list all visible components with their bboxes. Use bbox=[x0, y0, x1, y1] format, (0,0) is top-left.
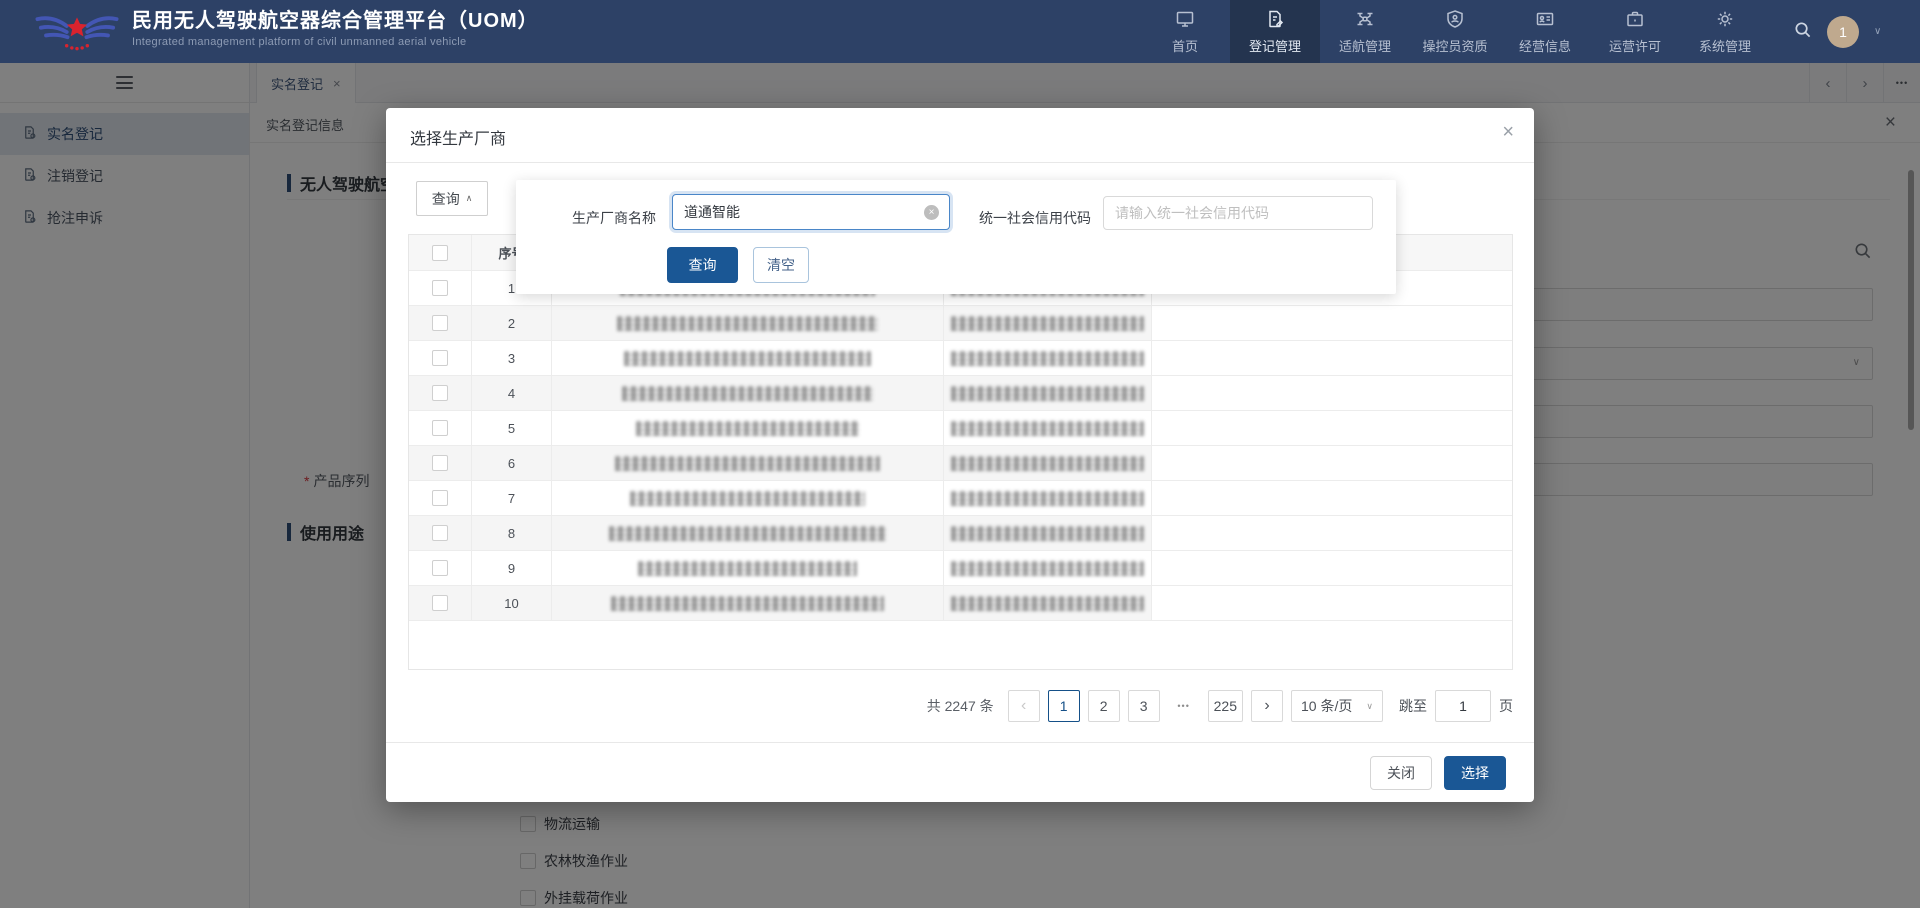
manufacturer-table: 序号 生产厂商名称 统一社会信用代码 1 2 3 4 bbox=[408, 234, 1513, 670]
chevron-right-icon: › bbox=[1264, 698, 1269, 714]
app-subtitle: Integrated management platform of civil … bbox=[132, 36, 539, 48]
redacted-credit-code bbox=[951, 526, 1144, 541]
table-row[interactable]: 8 bbox=[409, 516, 1512, 551]
select-button[interactable]: 选择 bbox=[1444, 756, 1506, 790]
table-row[interactable]: 5 bbox=[409, 411, 1512, 446]
pagination-prev-button[interactable]: ‹ bbox=[1008, 690, 1040, 722]
chevron-up-icon: ∧ bbox=[466, 193, 473, 204]
table-row[interactable]: 10 bbox=[409, 586, 1512, 621]
query-search-button[interactable]: 查询 bbox=[667, 247, 738, 283]
table-row[interactable]: 4 bbox=[409, 376, 1512, 411]
redacted-credit-code bbox=[951, 351, 1144, 366]
table-row[interactable]: 7 bbox=[409, 481, 1512, 516]
row-checkbox[interactable] bbox=[432, 315, 448, 331]
header-right: 1 ∨ bbox=[1793, 0, 1881, 63]
shield-person-icon bbox=[1445, 9, 1465, 32]
table-row[interactable]: 3 bbox=[409, 341, 1512, 376]
row-checkbox[interactable] bbox=[432, 350, 448, 366]
redacted-manufacturer-name bbox=[622, 386, 872, 401]
document-edit-icon bbox=[1265, 9, 1285, 32]
query-clear-button[interactable]: 清空 bbox=[753, 247, 809, 283]
table-row[interactable]: 2 bbox=[409, 306, 1512, 341]
app-title: 民用无人驾驶航空器综合管理平台（UOM） bbox=[132, 8, 539, 34]
clear-input-icon[interactable]: × bbox=[924, 205, 939, 220]
modal-close-icon[interactable]: × bbox=[1502, 121, 1514, 144]
redacted-credit-code bbox=[951, 386, 1144, 401]
drone-icon bbox=[1355, 9, 1375, 32]
chevron-left-icon: ‹ bbox=[1021, 698, 1026, 714]
close-button[interactable]: 关闭 bbox=[1370, 756, 1432, 790]
pagination-page-3[interactable]: 3 bbox=[1128, 690, 1160, 722]
redacted-credit-code bbox=[951, 491, 1144, 506]
page-size-select[interactable]: 10 条/页 ∨ bbox=[1291, 690, 1383, 722]
gear-icon bbox=[1715, 9, 1735, 32]
redacted-credit-code bbox=[951, 456, 1144, 471]
redacted-credit-code bbox=[951, 421, 1144, 436]
query-collapse-button[interactable]: 查询 ∧ bbox=[416, 181, 488, 216]
modal-header: 选择生产厂商 × bbox=[386, 108, 1534, 163]
row-checkbox[interactable] bbox=[432, 560, 448, 576]
top-nav: 首页 登记管理 适航管理 操控员资质 经营信息 运营许可 系统管理 bbox=[1140, 0, 1770, 63]
redacted-manufacturer-name bbox=[617, 316, 879, 331]
monitor-icon bbox=[1175, 9, 1195, 32]
redacted-credit-code bbox=[951, 316, 1144, 331]
nav-item-business-info[interactable]: 经营信息 bbox=[1500, 0, 1590, 63]
redacted-credit-code bbox=[951, 596, 1144, 611]
nav-item-home[interactable]: 首页 bbox=[1140, 0, 1230, 63]
uom-logo bbox=[34, 7, 120, 57]
table-row[interactable]: 6 bbox=[409, 446, 1512, 481]
redacted-manufacturer-name bbox=[615, 456, 881, 471]
manufacturer-name-label: 生产厂商名称 bbox=[546, 208, 656, 228]
manufacturer-name-input[interactable] bbox=[672, 194, 950, 230]
pagination-last-page[interactable]: 225 bbox=[1208, 690, 1243, 722]
redacted-manufacturer-name bbox=[636, 421, 859, 436]
row-checkbox[interactable] bbox=[432, 420, 448, 436]
select-manufacturer-modal: 选择生产厂商 × 查询 ∧ 生产厂商名称 × 统一社会信用代码 查询 清空 序号… bbox=[386, 108, 1534, 802]
row-checkbox[interactable] bbox=[432, 525, 448, 541]
row-checkbox[interactable] bbox=[432, 595, 448, 611]
nav-item-operator-qualification[interactable]: 操控员资质 bbox=[1410, 0, 1500, 63]
modal-footer: 关闭 选择 bbox=[386, 742, 1534, 802]
select-all-checkbox[interactable] bbox=[432, 245, 448, 261]
redacted-credit-code bbox=[951, 561, 1144, 576]
jump-page-input[interactable] bbox=[1435, 690, 1491, 722]
redacted-manufacturer-name bbox=[638, 561, 857, 576]
user-avatar[interactable]: 1 bbox=[1827, 16, 1859, 48]
redacted-manufacturer-name bbox=[624, 351, 870, 366]
pagination-page-1[interactable]: 1 bbox=[1048, 690, 1080, 722]
credit-code-input[interactable] bbox=[1103, 196, 1373, 230]
modal-title: 选择生产厂商 bbox=[410, 125, 506, 149]
redacted-manufacturer-name bbox=[630, 491, 865, 506]
id-card-icon bbox=[1535, 9, 1555, 32]
credit-code-label: 统一社会信用代码 bbox=[966, 208, 1091, 228]
row-checkbox[interactable] bbox=[432, 455, 448, 471]
brand-block: 民用无人驾驶航空器综合管理平台（UOM） Integrated manageme… bbox=[132, 8, 539, 48]
pagination-page-2[interactable]: 2 bbox=[1088, 690, 1120, 722]
pagination-next-button[interactable]: › bbox=[1251, 690, 1283, 722]
row-checkbox[interactable] bbox=[432, 385, 448, 401]
row-checkbox[interactable] bbox=[432, 490, 448, 506]
nav-item-system-management[interactable]: 系统管理 bbox=[1680, 0, 1770, 63]
jump-unit-label: 页 bbox=[1499, 696, 1513, 716]
nav-item-operation-license[interactable]: 运营许可 bbox=[1590, 0, 1680, 63]
jump-label: 跳至 bbox=[1399, 696, 1427, 716]
search-icon[interactable] bbox=[1793, 20, 1812, 44]
nav-item-airworthiness[interactable]: 适航管理 bbox=[1320, 0, 1410, 63]
redacted-manufacturer-name bbox=[609, 526, 887, 541]
pagination-ellipsis[interactable]: ••• bbox=[1168, 701, 1200, 711]
pagination: 共 2247 条 ‹ 1 2 3 ••• 225 › 10 条/页 ∨ 跳至 页 bbox=[408, 690, 1513, 722]
chevron-down-icon: ∨ bbox=[1366, 701, 1373, 712]
table-row[interactable]: 9 bbox=[409, 551, 1512, 586]
chevron-down-icon[interactable]: ∨ bbox=[1874, 26, 1881, 37]
app-header: 民用无人驾驶航空器综合管理平台（UOM） Integrated manageme… bbox=[0, 0, 1920, 63]
briefcase-icon bbox=[1625, 9, 1645, 32]
row-checkbox[interactable] bbox=[432, 280, 448, 296]
redacted-manufacturer-name bbox=[611, 596, 885, 611]
nav-item-registration[interactable]: 登记管理 bbox=[1230, 0, 1320, 63]
pagination-total: 共 2247 条 bbox=[927, 696, 994, 716]
